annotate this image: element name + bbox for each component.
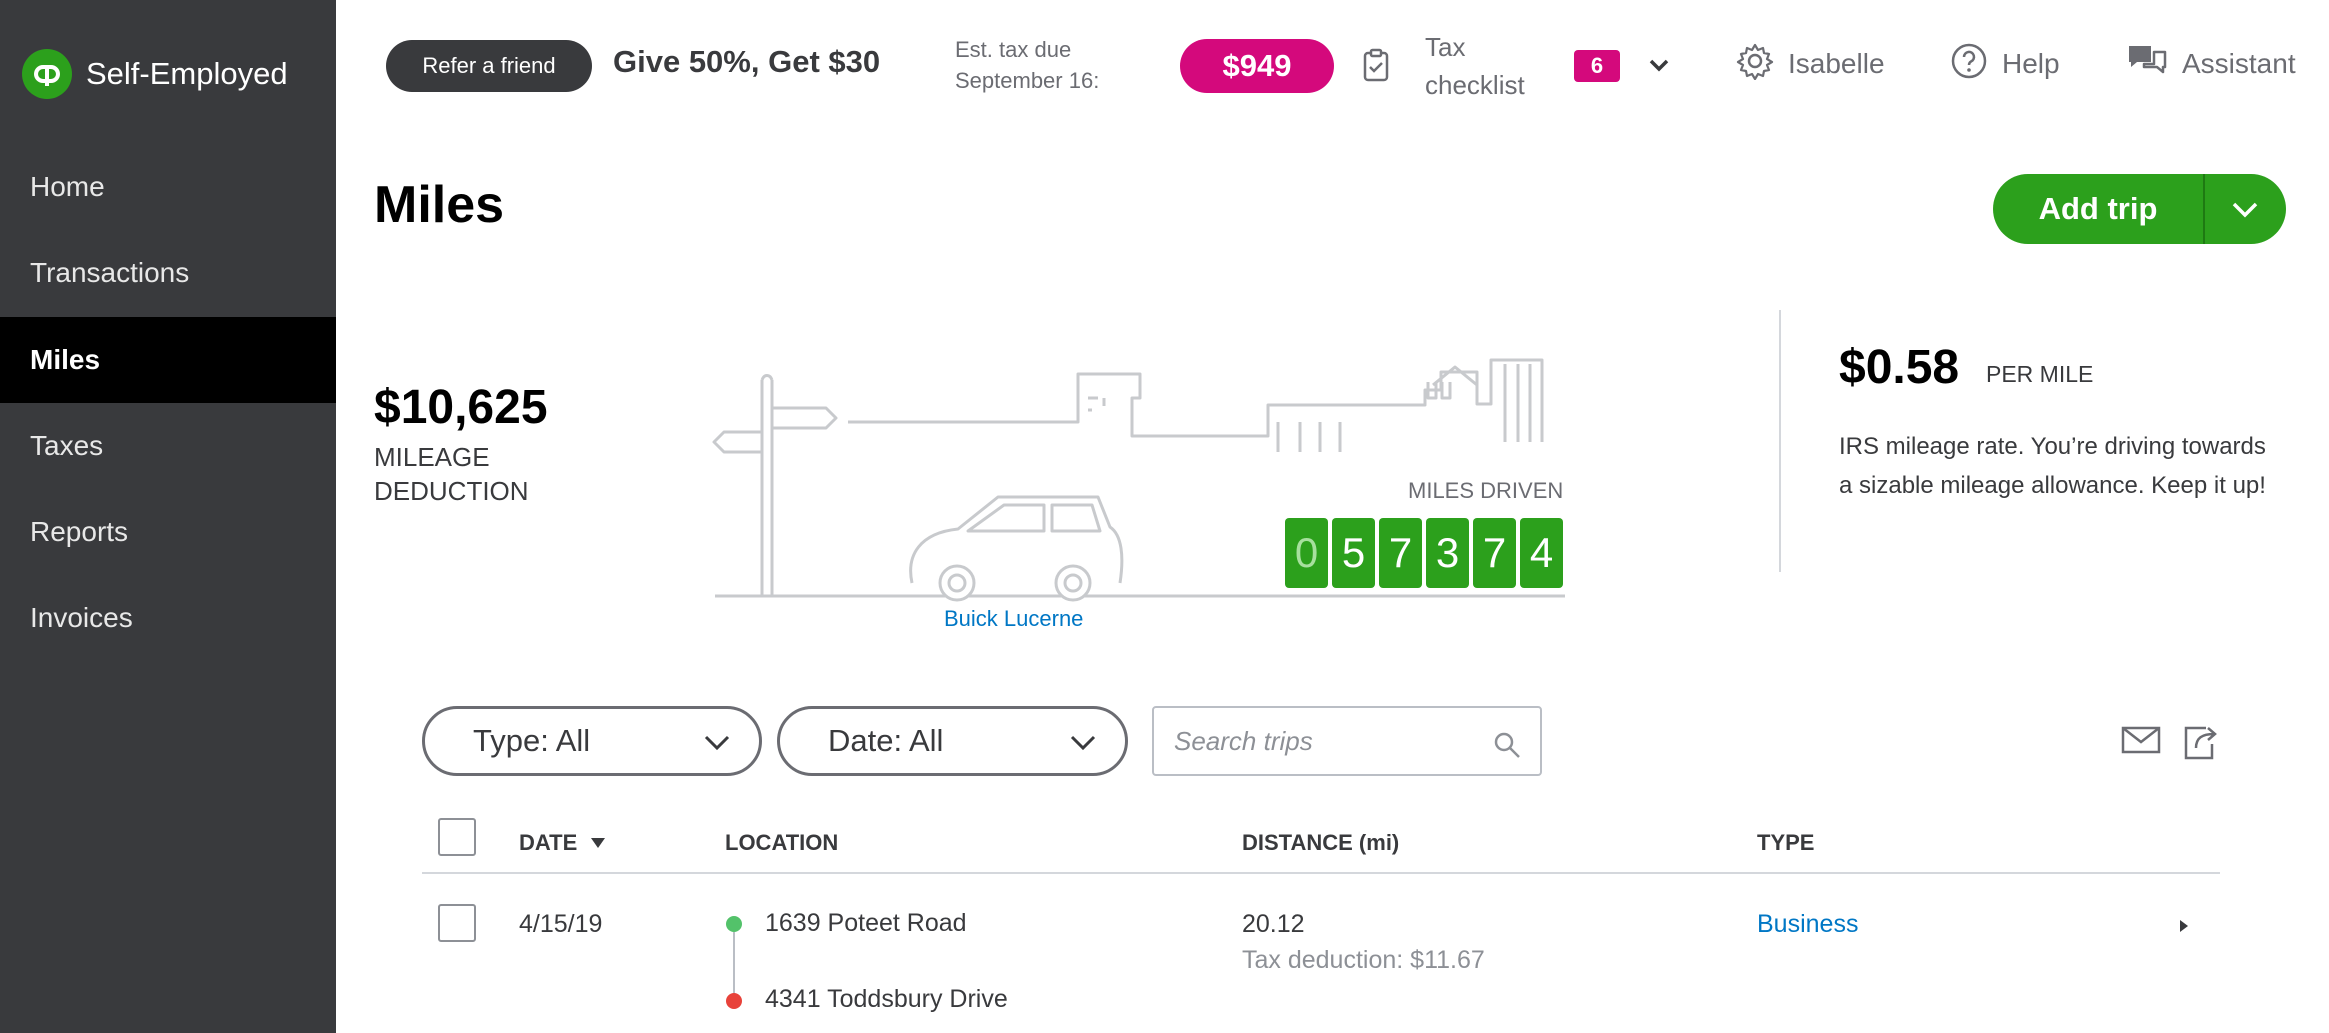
chevron-down-icon <box>704 735 730 751</box>
settings-link[interactable]: Isabelle <box>1736 42 1885 87</box>
end-location-dot <box>726 993 742 1009</box>
tax-due-line1: Est. tax due <box>955 37 1072 62</box>
chevron-down-icon <box>2232 202 2257 218</box>
quickbooks-logo <box>22 49 72 99</box>
settings-label: Isabelle <box>1788 48 1885 79</box>
column-header-location: LOCATION <box>725 830 839 855</box>
assistant-label: Assistant <box>2182 48 2296 79</box>
checklist-count-badge: 6 <box>1574 50 1620 82</box>
odometer-digit: 4 <box>1520 518 1563 588</box>
odometer-digit: 0 <box>1285 518 1328 588</box>
mileage-rate-description: IRS mileage rate. You’re driving towards… <box>1839 433 2266 499</box>
search-trips-input[interactable]: Search trips <box>1152 706 1542 776</box>
sidebar-item-reports[interactable]: Reports <box>0 489 336 575</box>
miles-odometer: 0 5 7 3 7 4 <box>1285 518 1567 588</box>
tax-checklist-line1: Tax <box>1425 32 1466 62</box>
assistant-link[interactable]: Assistant <box>2126 44 2296 84</box>
row-end-location: 4341 Toddsbury Drive <box>765 985 1008 1013</box>
mileage-deduction-amount: $10,625 <box>374 381 548 434</box>
sidebar-item-taxes[interactable]: Taxes <box>0 403 336 489</box>
summary-divider <box>1779 310 1781 572</box>
sort-desc-icon <box>591 838 606 848</box>
sidebar-item-transactions[interactable]: Transactions <box>0 230 336 316</box>
table-header-rule <box>422 872 2220 874</box>
odometer-digit: 3 <box>1426 518 1469 588</box>
start-location-dot <box>726 916 742 932</box>
route-line <box>733 932 735 996</box>
help-icon <box>1950 42 2002 87</box>
vehicle-link[interactable]: Buick Lucerne <box>944 606 1083 632</box>
brand[interactable]: Self-Employed <box>22 46 288 102</box>
tax-checklist-link[interactable]: Tax checklist <box>1425 28 1525 104</box>
mileage-rate-value: $0.58 <box>1839 341 1960 394</box>
date-filter-dropdown[interactable]: Date: All <box>777 706 1128 776</box>
top-bar: Refer a friend Give 50%, Get $30 Est. ta… <box>336 0 2329 130</box>
search-icon <box>1494 732 1520 758</box>
refer-friend-button[interactable]: Refer a friend <box>386 40 592 92</box>
mileage-rate-unit: PER MILE <box>1986 361 2094 387</box>
sidebar-item-home[interactable]: Home <box>0 144 336 230</box>
gear-icon <box>1736 42 1788 87</box>
odometer-digit: 7 <box>1473 518 1516 588</box>
page-title: Miles <box>374 176 505 234</box>
tax-due-amount-button[interactable]: $949 <box>1180 39 1334 93</box>
column-header-distance: DISTANCE (mi) <box>1242 830 1400 855</box>
chevron-down-icon <box>1070 735 1096 751</box>
add-trip-button[interactable]: Add trip <box>1993 174 2205 244</box>
row-type-link[interactable]: Business <box>1757 910 1858 939</box>
sidebar: Self-Employed Home Transactions Miles Ta… <box>0 0 336 1033</box>
type-filter-dropdown[interactable]: Type: All <box>422 706 762 776</box>
est-tax-due-label: Est. tax due September 16: <box>955 34 1099 96</box>
miles-driven-label: MILES DRIVEN <box>1408 478 1564 503</box>
column-header-type: TYPE <box>1757 830 1815 855</box>
export-icon[interactable] <box>2180 720 2222 767</box>
type-filter-label: Type: All <box>473 723 591 758</box>
add-trip-split-button: Add trip <box>1993 174 2286 244</box>
add-trip-menu-button[interactable] <box>2205 174 2284 244</box>
row-start-location: 1639 Poteet Road <box>765 909 967 937</box>
odometer-digit: 5 <box>1332 518 1375 588</box>
mileage-deduction-label: MILEAGE DEDUCTION <box>374 440 574 508</box>
chevron-down-icon[interactable] <box>1646 52 1672 83</box>
odometer-digit: 7 <box>1379 518 1422 588</box>
tax-checklist-line2: checklist <box>1425 70 1525 100</box>
search-placeholder: Search trips <box>1174 725 1313 756</box>
row-distance: 20.12 <box>1242 910 1305 938</box>
deduction-label-line2: DEDUCTION <box>374 476 529 506</box>
help-link[interactable]: Help <box>1950 42 2060 87</box>
sidebar-item-miles[interactable]: Miles <box>0 317 336 403</box>
deduction-label-line1: MILEAGE <box>374 442 490 472</box>
date-header-label: DATE <box>519 830 578 855</box>
sidebar-item-invoices[interactable]: Invoices <box>0 575 336 661</box>
caret-right-icon[interactable] <box>2177 917 2191 940</box>
promo-text: Give 50%, Get $30 <box>613 44 881 79</box>
date-filter-label: Date: All <box>828 723 944 758</box>
row-date: 4/15/19 <box>519 910 603 938</box>
help-label: Help <box>2002 48 2060 79</box>
clipboard-icon[interactable] <box>1362 48 1390 87</box>
tax-due-line2: September 16: <box>955 68 1100 93</box>
chat-icon <box>2126 42 2182 87</box>
app-name: Self-Employed <box>86 56 288 91</box>
column-header-date[interactable]: DATE <box>519 830 607 856</box>
row-tax-deduction: Tax deduction: $11.67 <box>1242 946 1485 974</box>
mail-icon[interactable] <box>2121 724 2161 761</box>
row-checkbox[interactable] <box>438 904 476 942</box>
select-all-checkbox[interactable] <box>438 818 476 856</box>
